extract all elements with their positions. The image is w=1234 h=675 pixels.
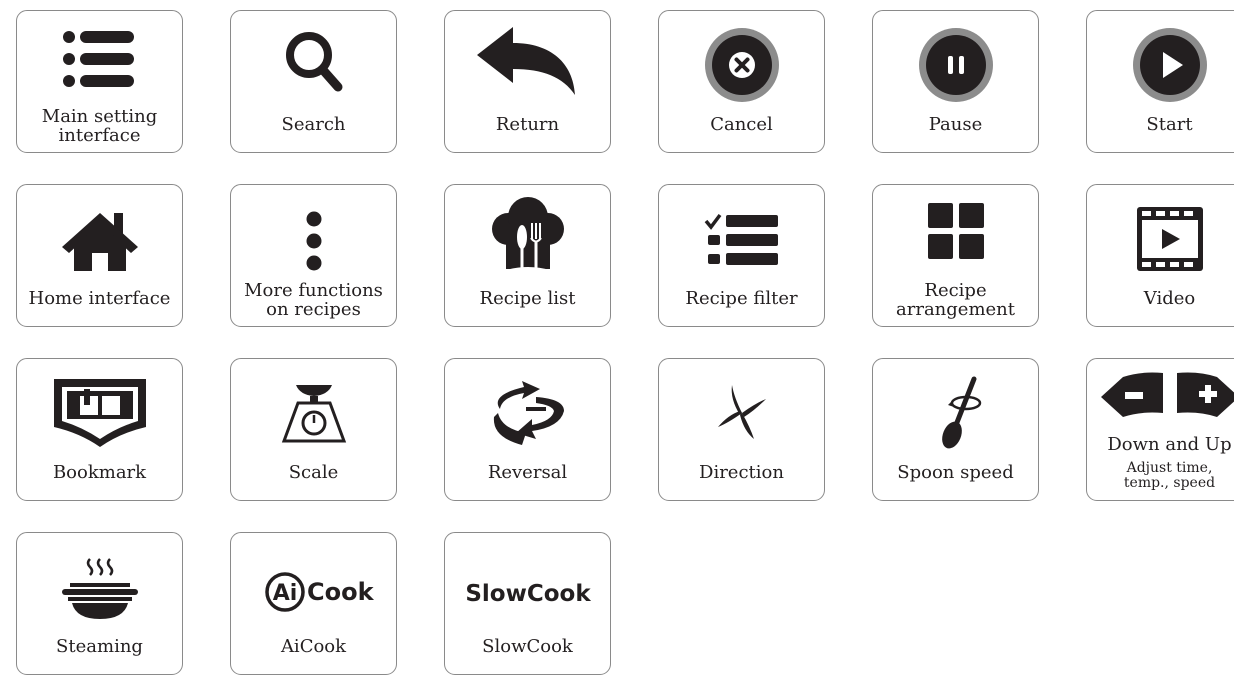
chef-hat-cutlery-icon	[445, 195, 610, 279]
menu-list-icon	[17, 21, 182, 105]
film-play-icon	[1087, 195, 1234, 279]
spoon-speed-icon	[873, 369, 1038, 453]
card-label: Direction	[699, 462, 784, 483]
card-label: AiCook	[280, 636, 347, 657]
slowcook-logo-icon: SlowCook	[445, 543, 610, 627]
card-label: More functions on recipes	[244, 280, 383, 320]
card-label: Steaming	[56, 636, 143, 657]
card-label: SlowCook	[482, 636, 573, 657]
recipe-list-card[interactable]: Recipe list	[444, 184, 611, 327]
blade-direction-icon	[659, 369, 824, 453]
card-label: Cancel	[710, 114, 773, 135]
home-interface-card[interactable]: Home interface	[16, 184, 183, 327]
pause-card[interactable]: Pause	[872, 10, 1039, 153]
grid-icon	[873, 195, 1038, 279]
aicook-logo-icon: Ai Cook	[231, 543, 396, 627]
recipe-arrangement-card[interactable]: Recipe arrangement	[872, 184, 1039, 327]
pause-icon	[873, 21, 1038, 105]
steaming-card[interactable]: Steaming	[16, 532, 183, 675]
card-label: Home interface	[28, 288, 171, 309]
card-label: Recipe list	[479, 288, 576, 309]
card-label: Spoon speed	[897, 462, 1014, 483]
home-icon	[17, 195, 182, 279]
reversal-card[interactable]: Reversal	[444, 358, 611, 501]
vertical-dots-icon	[231, 195, 396, 279]
cancel-x-icon	[659, 21, 824, 105]
card-label: Main setting interface	[41, 106, 158, 146]
card-label: Scale	[288, 462, 339, 483]
more-functions-card[interactable]: More functions on recipes	[230, 184, 397, 327]
card-label: Down and Up	[1107, 434, 1232, 455]
svg-text:Ai: Ai	[272, 581, 297, 606]
steaming-pot-icon	[17, 543, 182, 627]
card-label: Recipe arrangement	[896, 280, 1015, 320]
card-label: Recipe filter	[685, 288, 798, 309]
minus-plus-icon	[1087, 365, 1234, 425]
card-label: Search	[281, 114, 346, 135]
recipe-filter-card[interactable]: Recipe filter	[658, 184, 825, 327]
kitchen-scale-icon	[231, 369, 396, 453]
aicook-card[interactable]: Ai Cook AiCook	[230, 532, 397, 675]
reverse-arrows-icon	[445, 369, 610, 453]
start-card[interactable]: Start	[1086, 10, 1234, 153]
search-card[interactable]: Search	[230, 10, 397, 153]
card-label: Bookmark	[52, 462, 147, 483]
video-card[interactable]: Video	[1086, 184, 1234, 327]
slowcook-card[interactable]: SlowCook SlowCook	[444, 532, 611, 675]
scale-card[interactable]: Scale	[230, 358, 397, 501]
card-label: Return	[495, 114, 560, 135]
checklist-filter-icon	[659, 195, 824, 279]
card-sublabel: Adjust time, temp., speed	[1123, 460, 1216, 491]
svg-text:Cook: Cook	[307, 578, 375, 606]
search-icon	[231, 21, 396, 105]
card-label: Start	[1146, 114, 1193, 135]
card-label: Reversal	[487, 462, 568, 483]
play-icon	[1087, 21, 1234, 105]
cancel-card[interactable]: Cancel	[658, 10, 825, 153]
bookmark-card[interactable]: Bookmark	[16, 358, 183, 501]
return-card[interactable]: Return	[444, 10, 611, 153]
return-arrow-icon	[445, 21, 610, 105]
down-and-up-card[interactable]: Down and Up Adjust time, temp., speed	[1086, 358, 1234, 501]
spoon-speed-card[interactable]: Spoon speed	[872, 358, 1039, 501]
card-label: Pause	[928, 114, 983, 135]
svg-text:SlowCook: SlowCook	[465, 581, 591, 607]
main-setting-interface-card[interactable]: Main setting interface	[16, 10, 183, 153]
direction-card[interactable]: Direction	[658, 358, 825, 501]
card-label: Video	[1143, 288, 1196, 309]
bookmark-book-icon	[17, 369, 182, 453]
